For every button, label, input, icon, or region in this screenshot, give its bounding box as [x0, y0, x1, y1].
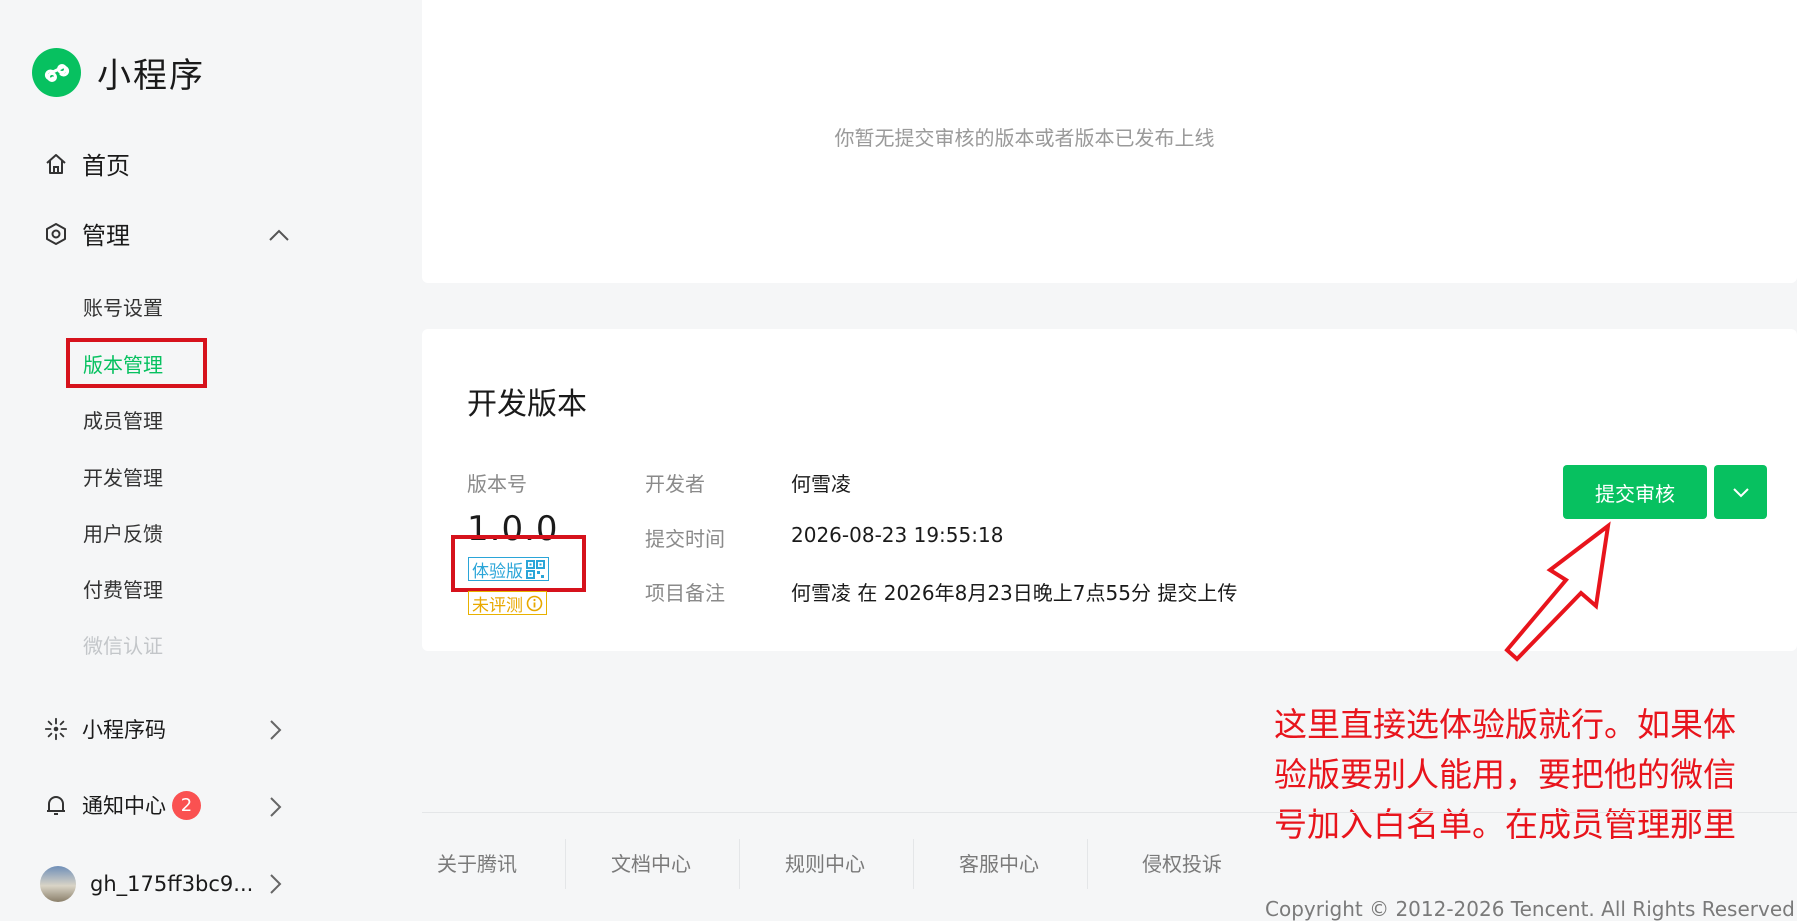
- sidebar-item-dev-management[interactable]: 开发管理: [83, 462, 163, 491]
- info-icon[interactable]: [526, 595, 543, 612]
- remark-value: 何雪凌 在 2026年8月23日晚上7点55分 提交上传: [791, 581, 1238, 605]
- version-number-label: 版本号: [467, 472, 527, 496]
- chevron-right-icon[interactable]: [263, 795, 287, 819]
- chevron-right-icon[interactable]: [263, 718, 287, 742]
- footer-link-rules[interactable]: 规则中心: [785, 848, 865, 877]
- review-version-card: 你暂无提交审核的版本或者版本已发布上线: [422, 0, 1797, 283]
- developer-label: 开发者: [645, 472, 705, 496]
- remark-label: 项目备注: [645, 581, 725, 605]
- mini-program-logo-icon: [32, 48, 81, 97]
- footer: 关于腾讯 文档中心 规则中心 客服中心 侵权投诉 Copyright © 201…: [422, 812, 1797, 921]
- app-logo[interactable]: 小程序: [32, 48, 205, 97]
- chevron-right-icon[interactable]: [263, 872, 287, 896]
- submit-review-button[interactable]: 提交审核: [1563, 465, 1707, 519]
- mini-code-icon: [44, 717, 68, 741]
- sidebar-item-account-settings[interactable]: 账号设置: [83, 292, 163, 321]
- nav-notifications[interactable]: 通知中心 2: [44, 790, 201, 820]
- developer-value: 何雪凌: [791, 472, 851, 496]
- highlight-box-version-management: [66, 338, 207, 388]
- nav-mini-program-code-label: 小程序码: [82, 718, 166, 742]
- avatar: [40, 866, 76, 902]
- chevron-down-icon: [1732, 486, 1750, 498]
- sidebar: 小程序 首页 管理 账号设置 版本管理 成员管理 开发管理 用户反馈 付费管理 …: [0, 0, 420, 913]
- submit-time-label: 提交时间: [645, 527, 725, 551]
- footer-divider: [913, 839, 914, 889]
- unrated-label: 未评测: [472, 595, 523, 616]
- nav-home-label: 首页: [82, 152, 130, 180]
- nav-manage-label: 管理: [82, 222, 130, 250]
- footer-divider: [739, 839, 740, 889]
- footer-link-complaints[interactable]: 侵权投诉: [1142, 848, 1222, 877]
- copyright-text: Copyright © 2012-2026 Tencent. All Right…: [1265, 897, 1797, 921]
- nav-manage[interactable]: 管理: [44, 216, 130, 251]
- sidebar-item-user-feedback[interactable]: 用户反馈: [83, 518, 163, 547]
- unrated-tag: 未评测: [468, 591, 547, 616]
- submit-time-value: 2026-08-23 19:55:18: [791, 523, 1004, 547]
- sidebar-item-member-management[interactable]: 成员管理: [83, 405, 163, 434]
- hexagon-settings-icon: [44, 222, 68, 246]
- footer-divider: [1087, 839, 1088, 889]
- nav-notifications-label: 通知中心: [82, 794, 166, 818]
- highlight-box-trial-version: [451, 535, 586, 592]
- empty-state-text: 你暂无提交审核的版本或者版本已发布上线: [834, 126, 1215, 150]
- sidebar-item-payment-management[interactable]: 付费管理: [83, 574, 163, 603]
- nav-home[interactable]: 首页: [44, 146, 130, 181]
- account-name: gh_175ff3bc9...: [90, 872, 254, 896]
- chevron-up-icon[interactable]: [267, 223, 291, 247]
- annotation-arrow-icon: [1504, 521, 1611, 662]
- dev-version-title: 开发版本: [467, 387, 587, 422]
- annotation-line-1: 这里直接选体验版就行。如果体: [1274, 705, 1736, 744]
- app-title: 小程序: [97, 56, 205, 96]
- footer-link-docs[interactable]: 文档中心: [611, 848, 691, 877]
- bell-icon: [44, 793, 68, 817]
- footer-divider: [565, 839, 566, 889]
- annotation-line-2: 验版要别人能用，要把他的微信: [1274, 755, 1736, 794]
- notification-count-badge: 2: [172, 790, 201, 820]
- nav-mini-program-code[interactable]: 小程序码: [44, 714, 166, 744]
- sidebar-item-wechat-verification[interactable]: 微信认证: [83, 630, 163, 659]
- footer-link-about-tencent[interactable]: 关于腾讯: [437, 848, 517, 877]
- nav-account[interactable]: gh_175ff3bc9...: [40, 866, 253, 902]
- home-icon: [44, 152, 68, 176]
- footer-link-support[interactable]: 客服中心: [959, 848, 1039, 877]
- more-options-button[interactable]: [1714, 465, 1767, 519]
